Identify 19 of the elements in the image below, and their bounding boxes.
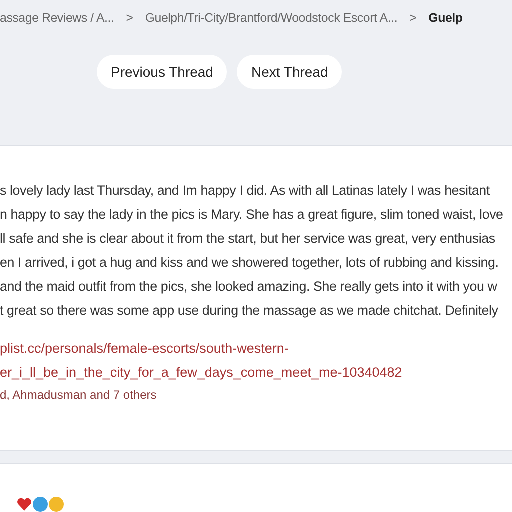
- thread-nav-button[interactable]: Next Thread: [237, 55, 342, 89]
- emoji-icon[interactable]: [33, 497, 48, 512]
- post-text-line: and the maid outfit from the pics, she looked amazing. She really gets into it with you w: [0, 278, 498, 296]
- likes-text[interactable]: d, Ahmadusman and 7 others: [0, 388, 157, 402]
- breadcrumb-link[interactable]: assage Reviews / A...: [0, 11, 114, 25]
- post-text-line: en I arrived, i got a hug and kiss and we showered together, lots of rubbing and kissing.: [0, 254, 500, 272]
- breadcrumb-separator: >: [410, 11, 417, 25]
- post-text-line: n happy to say the lady in the pics is Mary. She has a great figure, slim toned waist, love: [0, 206, 504, 224]
- post-text-line: t great so there was some app use during the massage as we made chitchat. Definitely: [0, 302, 500, 320]
- heart-icon[interactable]: [17, 497, 32, 512]
- breadcrumb-link[interactable]: Guelp: [428, 11, 463, 25]
- thread-nav-button[interactable]: Previous Thread: [97, 55, 228, 89]
- post-link[interactable]: plist.cc/personals/female-escorts/south-western-: [0, 337, 289, 361]
- post-link[interactable]: er_i_ll_be_in_the_city_for_a_few_days_come_meet_me-10340482: [0, 361, 402, 385]
- post-text-line: s lovely lady last Thursday, and Im happy I did. As with all Latinas lately I was hesitant: [0, 182, 491, 200]
- emoji-icon[interactable]: [49, 497, 64, 512]
- breadcrumb-link[interactable]: Guelph/Tri-City/Brantford/Woodstock Escort A...: [145, 11, 398, 25]
- breadcrumb-separator: >: [126, 11, 134, 25]
- post-text-line: ll safe and she is clear about it from the start, but her service was great, very enthusias: [0, 230, 496, 248]
